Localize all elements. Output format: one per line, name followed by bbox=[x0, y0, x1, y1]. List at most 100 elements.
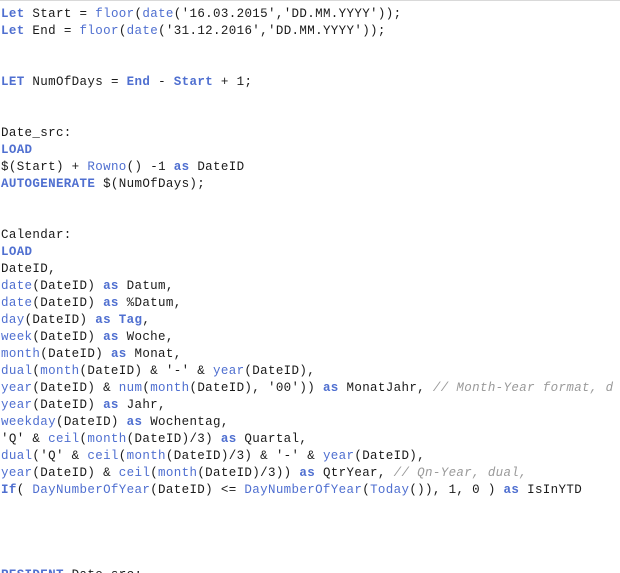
code-token-fn: Today bbox=[370, 483, 410, 497]
code-token-kw: LET bbox=[1, 75, 25, 89]
code-token-plain: ('Q' & bbox=[32, 449, 88, 463]
code-line[interactable] bbox=[1, 210, 620, 227]
code-token-fn: date bbox=[1, 279, 33, 293]
code-line[interactable]: dual('Q' & ceil(month(DateID)/3) & '-' &… bbox=[1, 448, 620, 465]
code-line[interactable] bbox=[1, 533, 620, 550]
code-line[interactable]: RESIDENT Date_src; bbox=[1, 567, 620, 573]
code-line[interactable]: If( DayNumberOfYear(DateID) <= DayNumber… bbox=[1, 482, 620, 499]
code-token-kw: as bbox=[503, 483, 520, 497]
code-line[interactable]: year(DateID) as Jahr, bbox=[1, 397, 620, 414]
code-token-fn: dual bbox=[1, 449, 33, 463]
code-token-plain: (DateID) bbox=[32, 398, 104, 412]
code-token-plain: Datum, bbox=[118, 279, 174, 293]
code-line[interactable]: $(Start) + Rowno() -1 as DateID bbox=[1, 159, 620, 176]
code-line[interactable]: LOAD bbox=[1, 142, 620, 159]
code-line[interactable]: Let Start = floor(date('16.03.2015','DD.… bbox=[1, 6, 620, 23]
code-token-plain: IsInYTD bbox=[519, 483, 583, 497]
code-token-plain: Date_src: bbox=[1, 126, 72, 140]
code-token-kw: Let bbox=[1, 7, 25, 21]
code-token-fn: date bbox=[1, 296, 33, 310]
code-token-op: = bbox=[110, 75, 119, 89]
code-line[interactable]: Calendar: bbox=[1, 227, 620, 244]
code-token-plain: (DateID) bbox=[32, 279, 104, 293]
code-token-kw: RESIDENT bbox=[1, 568, 64, 573]
code-line[interactable]: year(DateID) & ceil(month(DateID)/3)) as… bbox=[1, 465, 620, 482]
code-line[interactable] bbox=[1, 550, 620, 567]
code-token-fn: year bbox=[1, 381, 33, 395]
code-token-plain: End bbox=[24, 24, 64, 38]
code-token-kw: as bbox=[103, 279, 119, 293]
code-token-fn: floor bbox=[79, 24, 119, 38]
code-token-plain: (DateID) & bbox=[32, 381, 119, 395]
code-line[interactable]: 'Q' & ceil(month(DateID)/3) as Quartal, bbox=[1, 431, 620, 448]
code-token-plain: (DateID) bbox=[150, 483, 221, 497]
code-token-plain: (DateID), bbox=[354, 449, 426, 463]
code-token-fn: num bbox=[118, 381, 143, 395]
code-token-fn: floor bbox=[95, 7, 135, 21]
code-line[interactable] bbox=[1, 91, 620, 108]
load-script-editor[interactable]: Let Start = floor(date('16.03.2015','DD.… bbox=[0, 0, 620, 573]
code-line[interactable]: Let End = floor(date('31.12.2016','DD.MM… bbox=[1, 23, 620, 40]
code-line[interactable]: Date_src: bbox=[1, 125, 620, 142]
code-surface[interactable]: Let Start = floor(date('16.03.2015','DD.… bbox=[0, 6, 620, 573]
code-line[interactable] bbox=[1, 40, 620, 57]
code-line[interactable]: weekday(DateID) as Wochentag, bbox=[1, 414, 620, 431]
code-line[interactable] bbox=[1, 108, 620, 125]
code-token-plain: (DateID) & '-' & bbox=[79, 364, 214, 378]
code-token-fn: year bbox=[1, 466, 33, 480]
code-token-kw: Let bbox=[1, 24, 25, 38]
code-token-kw: as bbox=[126, 415, 143, 429]
code-token-plain: Calendar: bbox=[1, 228, 72, 242]
code-token-fn: year bbox=[213, 364, 245, 378]
code-token-fn: month bbox=[1, 347, 41, 361]
code-line[interactable] bbox=[1, 499, 620, 516]
code-line[interactable]: month(DateID) as Monat, bbox=[1, 346, 620, 363]
code-token-fn: month bbox=[150, 381, 190, 395]
code-line[interactable]: year(DateID) & num(month(DateID), '00'))… bbox=[1, 380, 620, 397]
code-token-plain: NumOfDays bbox=[24, 75, 111, 89]
code-token-kw: as bbox=[103, 330, 119, 344]
code-line[interactable] bbox=[1, 193, 620, 210]
code-line[interactable]: day(DateID) as Tag, bbox=[1, 312, 620, 329]
code-token-fn: week bbox=[1, 330, 33, 344]
code-token-fn: date bbox=[126, 24, 159, 38]
code-token-kw: as bbox=[110, 347, 127, 361]
code-token-kw: as bbox=[95, 313, 111, 327]
code-token-op: - bbox=[150, 160, 159, 174]
code-token-plain: ( bbox=[118, 449, 127, 463]
code-token-plain: (DateID)/3) bbox=[126, 432, 221, 446]
code-token-plain: (DateID) bbox=[55, 415, 127, 429]
code-token-kw: End bbox=[126, 75, 151, 89]
code-token-fn: Rowno bbox=[87, 160, 127, 174]
code-line[interactable]: LET NumOfDays = End - Start + 1; bbox=[1, 74, 620, 91]
code-line[interactable] bbox=[1, 57, 620, 74]
code-token-plain: Start bbox=[24, 7, 80, 21]
code-line[interactable]: date(DateID) as %Datum, bbox=[1, 295, 620, 312]
code-token-plain: (DateID)/3)) bbox=[197, 466, 300, 480]
code-token-fn: month bbox=[158, 466, 198, 480]
code-line[interactable]: date(DateID) as Datum, bbox=[1, 278, 620, 295]
code-token-plain: MonatJahr, bbox=[338, 381, 433, 395]
code-token-fn: ceil bbox=[87, 449, 119, 463]
code-token-kw: as bbox=[220, 432, 237, 446]
code-token-fn: ceil bbox=[118, 466, 151, 480]
code-token-fn: year bbox=[322, 449, 355, 463]
code-token-fn: DayNumberOfYear bbox=[32, 483, 151, 497]
code-token-plain: , bbox=[142, 313, 151, 327]
code-line[interactable]: week(DateID) as Woche, bbox=[1, 329, 620, 346]
code-token-plain: (DateID) bbox=[32, 296, 104, 310]
code-line[interactable] bbox=[1, 516, 620, 533]
code-token-kw: as bbox=[299, 466, 316, 480]
code-line[interactable]: dual(month(DateID) & '-' & year(DateID), bbox=[1, 363, 620, 380]
code-line[interactable]: LOAD bbox=[1, 244, 620, 261]
code-token-comment: // Qn-Year, dual, bbox=[393, 466, 528, 480]
code-token-plain: QtrYear, bbox=[315, 466, 394, 480]
code-line[interactable]: AUTOGENERATE $(NumOfDays); bbox=[1, 176, 620, 193]
code-line[interactable]: DateID, bbox=[1, 261, 620, 278]
code-token-fn: day bbox=[1, 313, 25, 327]
code-token-plain: %Datum, bbox=[118, 296, 182, 310]
code-token-comment: // Month-Year format, d bbox=[432, 381, 614, 395]
